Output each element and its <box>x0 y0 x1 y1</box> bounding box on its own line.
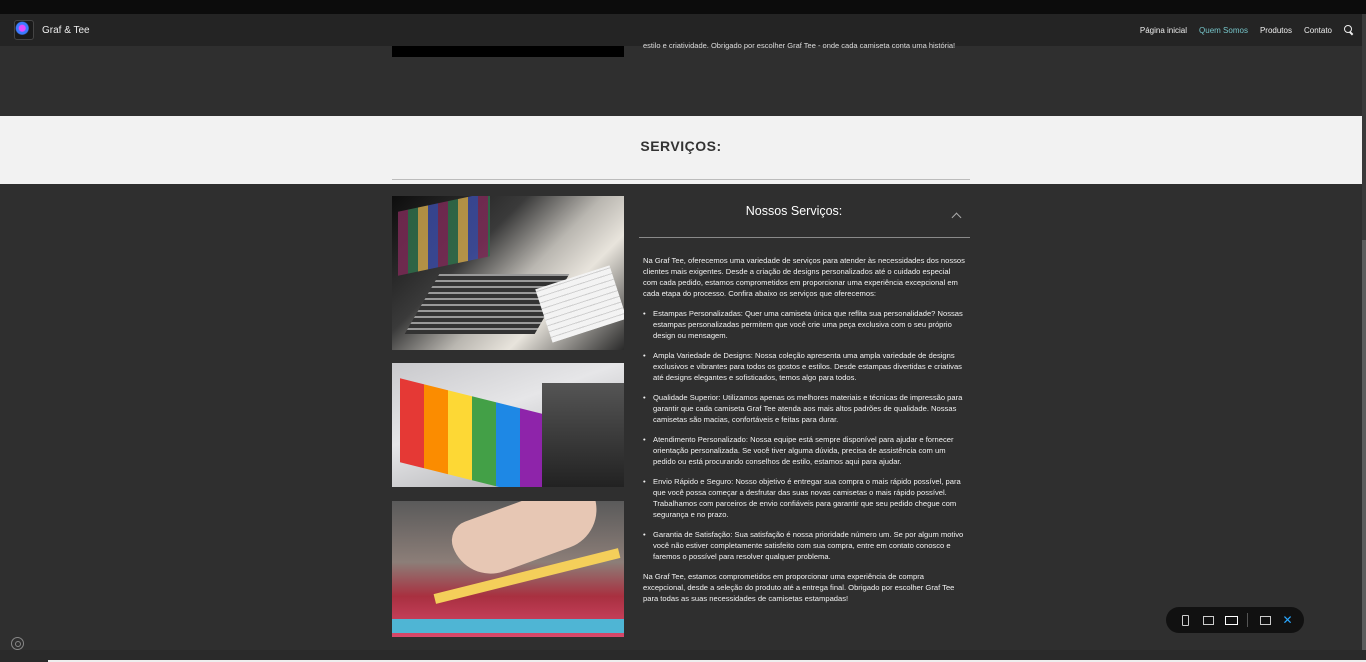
photo-press-panel <box>542 383 624 487</box>
services-list: Estampas Personalizadas: Quer uma camise… <box>643 308 965 562</box>
comment-icon[interactable] <box>1258 613 1271 627</box>
photo-laptop-screen <box>398 196 490 276</box>
accordion-divider <box>639 237 970 238</box>
page-scrollbar[interactable] <box>1362 14 1366 662</box>
search-icon[interactable] <box>1344 25 1354 35</box>
list-item: Atendimento Personalizado: Nossa equipe … <box>643 434 965 467</box>
mobile-view-icon[interactable] <box>1178 613 1191 627</box>
bottom-strip <box>0 650 1366 662</box>
services-closing: Na Graf Tee, estamos comprometidos em pr… <box>643 572 955 603</box>
browser-top-strip <box>0 0 1366 14</box>
list-item: Ampla Variedade de Designs: Nossa coleçã… <box>643 350 965 383</box>
brand[interactable]: Graf & Tee <box>14 20 90 40</box>
nav-menu: Página inicial Quem Somos Produtos Conta… <box>1128 25 1354 35</box>
nav-item-contato[interactable]: Contato <box>1304 26 1332 35</box>
service-photo-laptop <box>392 196 624 350</box>
tablet-view-icon[interactable] <box>1201 613 1215 627</box>
nav-item-pagina-inicial[interactable]: Página inicial <box>1140 26 1187 35</box>
list-item: Estampas Personalizadas: Quer uma camise… <box>643 308 965 341</box>
close-icon[interactable]: ✕ <box>1281 613 1294 627</box>
services-section-title: SERVIÇOS: <box>640 138 722 154</box>
services-content: Na Graf Tee, oferecemos uma variedade de… <box>643 255 965 613</box>
list-item: Envio Rápido e Seguro: Nosso objetivo é … <box>643 476 965 520</box>
services-intro: Na Graf Tee, oferecemos uma variedade de… <box>643 256 965 298</box>
desktop-view-icon[interactable] <box>1224 613 1239 627</box>
nav-item-produtos[interactable]: Produtos <box>1260 26 1292 35</box>
list-item: Garantia de Satisfação: Sua satisfação é… <box>643 529 965 562</box>
list-item: Qualidade Superior: Utilizamos apenas os… <box>643 392 965 425</box>
service-photo-color-swatches <box>392 363 624 487</box>
chevron-up-icon[interactable] <box>951 212 962 223</box>
service-photo-screen-printing <box>392 501 624 637</box>
about-image-bottom-edge <box>392 46 624 57</box>
cookie-settings-icon[interactable] <box>11 637 24 650</box>
accordion-title-nossos-servicos[interactable]: Nossos Serviços: <box>639 204 949 218</box>
about-text-tail: estilo e criatividade. Obrigado por esco… <box>643 41 956 50</box>
photo-color-swatch <box>400 378 550 487</box>
preview-device-toolbar: ✕ <box>1166 607 1304 633</box>
services-divider <box>392 179 970 180</box>
brand-name: Graf & Tee <box>42 24 90 36</box>
scrollbar-thumb[interactable] <box>1362 240 1366 660</box>
nav-item-quem-somos[interactable]: Quem Somos <box>1199 26 1248 35</box>
toolbar-separator <box>1247 613 1248 627</box>
photo-roller <box>392 619 624 633</box>
brand-logo <box>14 20 34 40</box>
